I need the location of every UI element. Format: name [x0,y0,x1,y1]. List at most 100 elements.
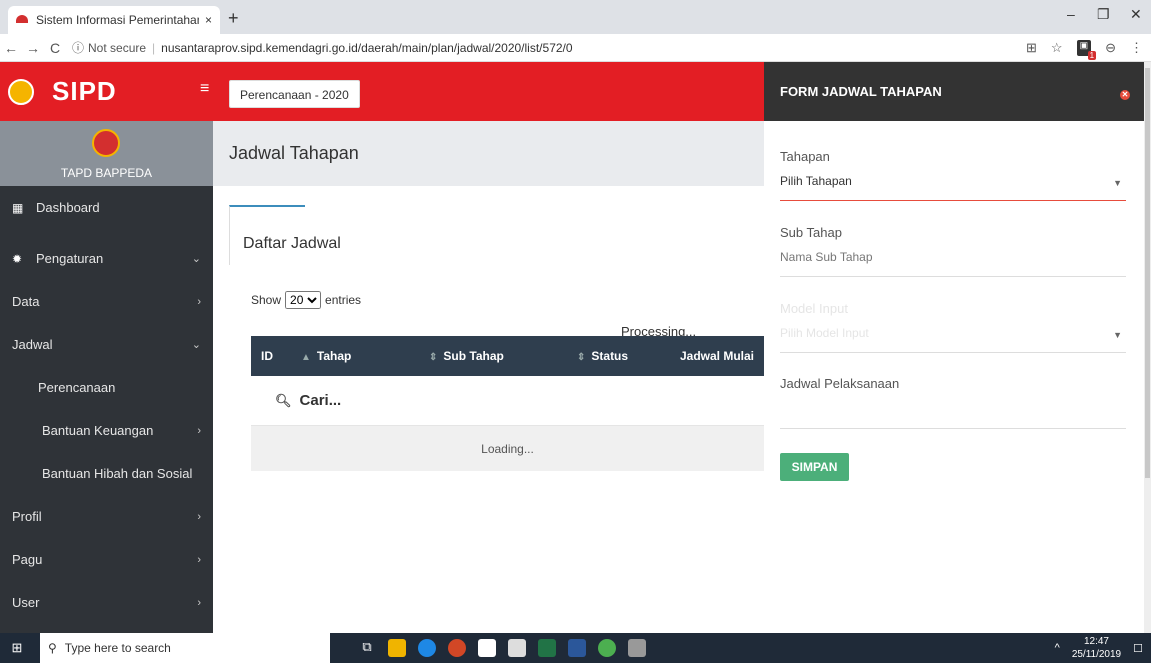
info-icon[interactable]: ⓘ [72,39,84,56]
chevron-right-icon: › [197,424,201,437]
sidebar-item-bantuan-keuangan[interactable]: Bantuan Keuangan › [0,409,213,452]
app-header: SIPD ≡ [0,62,764,121]
sidebar-item-bantuan-hibah[interactable]: Bantuan Hibah dan Sosial [0,452,213,495]
entries-select[interactable]: 20 [285,291,322,309]
form-header: FORM JADWAL TAHAPAN ✕ [764,62,1144,121]
mail-icon[interactable] [508,639,526,657]
task-view-icon[interactable]: ⧉ [358,639,376,657]
model-select[interactable]: Pilih Model Input [780,326,1126,340]
chevron-right-icon: › [197,596,201,609]
tab-close-icon[interactable]: × [205,13,212,27]
bookmark-star-icon[interactable]: ☆ [1051,40,1063,56]
chevron-down-icon: ⌄ [191,339,201,351]
table-search-row[interactable]: 🔍︎ Cari... [251,376,764,426]
gear-icon: ✹ [12,251,23,266]
subtahap-input[interactable]: Nama Sub Tahap [780,250,1126,264]
sidebar-item-profil[interactable]: Profil › [0,495,213,538]
model-label: Model Input [780,301,848,316]
col-sub-tahap[interactable]: ⇕ Sub Tahap [419,349,567,363]
col-jadwal-mulai[interactable]: Jadwal Mulai [661,349,764,363]
browser-tab[interactable]: Sistem Informasi Pemerintahan D × [8,6,220,34]
search-icon: 🔍︎ [275,392,292,408]
logo-text: SIPD [52,76,117,106]
simpan-button[interactable]: SIMPAN [780,453,849,481]
chrome-icon[interactable] [598,639,616,657]
sidebar-profile: TAPD BAPPEDA [0,121,213,186]
store-icon[interactable] [478,639,496,657]
chevron-right-icon: › [197,553,201,566]
powerpoint-icon[interactable] [448,639,466,657]
windows-start-icon[interactable]: ⊞ [6,640,28,656]
form-title: FORM JADWAL TAHAPAN [780,84,942,99]
address-bar: ← → C ⓘ Not secure | nusantaraprov.sipd.… [0,34,1151,62]
close-window-button[interactable]: ✕ [1130,6,1142,23]
sort-icon: ⇕ [429,352,438,363]
subtahap-underline [780,276,1126,277]
tray-chevron-icon[interactable]: ^ [1055,642,1060,654]
col-id[interactable]: ID [251,349,291,363]
jadwal-underline [780,428,1126,429]
sidebar-item-label: Pengaturan [36,251,104,266]
show-label: Show [251,293,282,307]
close-icon[interactable]: ✕ [1120,90,1130,100]
scrollbar-thumb[interactable] [1145,68,1150,478]
emblem-icon [8,78,34,105]
paint-icon[interactable] [628,639,646,657]
tahapan-field[interactable]: Tahapan Pilih Tahapan ▼ [780,149,1126,201]
col-status[interactable]: ⇕ Status [567,349,661,363]
back-icon[interactable]: ← [0,40,22,56]
profile-icon[interactable]: ⊖ [1105,40,1116,56]
period-button[interactable]: Perencanaan - 2020 [229,80,360,108]
sidebar-item-label: Data [12,294,40,309]
hamburger-menu-icon[interactable]: ≡ [200,80,209,98]
sidebar-item-label: Dashboard [36,200,100,215]
model-input-field[interactable]: Model Input Pilih Model Input ▼ [780,301,1126,353]
chevron-right-icon: › [197,510,201,523]
chevron-down-icon: ⌄ [191,253,201,265]
forward-icon[interactable]: → [22,40,44,56]
sidebar-item-pengaturan[interactable]: ✹ Pengaturan ⌄ [0,237,213,280]
col-tahap[interactable]: ▲ Tahap [291,349,419,363]
menu-kebab-icon[interactable]: ⋮ [1130,40,1143,56]
sidebar-item-user[interactable]: User › [0,581,213,624]
file-explorer-icon[interactable] [388,639,406,657]
jadwal-field[interactable]: Jadwal Pelaksanaan [780,376,1126,429]
notification-icon[interactable]: ☐ [1133,642,1143,655]
logo[interactable]: SIPD [0,62,213,121]
minimize-button[interactable]: – [1067,6,1075,22]
extension-badge: 1 [1087,51,1097,60]
sidebar: TAPD BAPPEDA ▦ Dashboard ✹ Pengaturan ⌄ … [0,121,213,633]
page-title: Jadwal Tahapan [213,121,764,186]
word-icon[interactable] [568,639,586,657]
edge-icon[interactable] [418,639,436,657]
tab-title: Sistem Informasi Pemerintahan D [36,13,199,27]
translate-icon[interactable]: ⊞ [1026,40,1037,56]
taskbar-search[interactable]: ⚲ Type here to search [40,633,330,663]
sidebar-item-jadwal[interactable]: Jadwal ⌄ [0,323,213,366]
clock[interactable]: 12:47 25/11/2019 [1072,635,1121,661]
taskbar-search-input[interactable]: Type here to search [65,641,171,655]
sidebar-item-label: Profil [12,509,42,524]
reload-icon[interactable]: C [44,40,66,56]
tahapan-select[interactable]: Pilih Tahapan [780,174,1126,188]
table-header: ID ▲ Tahap ⇕ Sub Tahap ⇕ Status Jadwal Mula… [251,336,764,376]
sidebar-item-dashboard[interactable]: ▦ Dashboard [0,186,213,229]
sidebar-item-data[interactable]: Data › [0,280,213,323]
col-tahap-label: Tahap [316,349,352,363]
browser-actions: ⊞ ☆ ▣ 1 ⊖ ⋮ [1026,40,1143,60]
url-field[interactable]: ⓘ Not secure | nusantaraprov.sipd.kemend… [72,39,573,56]
search-icon: ⚲ [48,641,57,655]
new-tab-button[interactable]: + [228,8,239,29]
sidebar-item-pagu[interactable]: Pagu › [0,538,213,581]
maximize-button[interactable]: ❐ [1097,6,1110,23]
excel-icon[interactable] [538,639,556,657]
sort-icon: ⇕ [577,352,586,363]
clock-date: 25/11/2019 [1071,649,1122,660]
sidebar-item-perencanaan[interactable]: Perencanaan [0,366,213,409]
extension-icon[interactable]: ▣ 1 [1076,40,1097,60]
page-scrollbar[interactable] [1144,62,1151,633]
subtahap-field[interactable]: Sub Tahap Nama Sub Tahap [780,225,1126,277]
main-content: Jadwal Tahapan Daftar Jadwal Show 20 ent… [213,121,764,633]
form-panel: FORM JADWAL TAHAPAN ✕ Tahapan Pilih Taha… [764,62,1144,633]
table-search-input[interactable]: Cari... [300,392,342,409]
